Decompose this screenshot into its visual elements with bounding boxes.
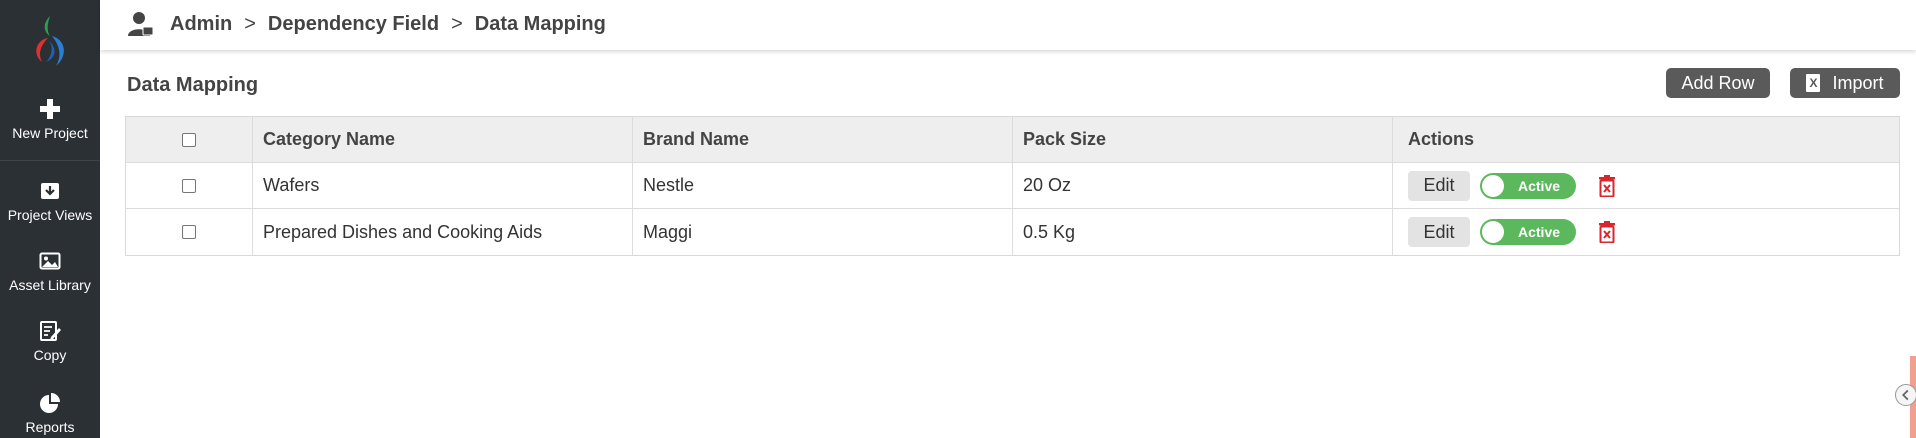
image-icon [39, 252, 61, 270]
select-all-cell [126, 117, 253, 162]
import-button[interactable]: X Import [1790, 68, 1900, 98]
breadcrumb-admin[interactable]: Admin [170, 13, 232, 35]
app-logo[interactable] [26, 10, 74, 74]
delete-icon[interactable] [1598, 174, 1616, 197]
column-header-pack-size[interactable]: Pack Size [1013, 117, 1393, 162]
chevron-left-icon[interactable] [1895, 384, 1916, 406]
delete-icon[interactable] [1598, 221, 1616, 243]
add-row-button[interactable]: Add Row [1666, 68, 1770, 98]
sidebar-item-label: New Project [12, 125, 88, 141]
breadcrumb-separator: > [244, 13, 256, 35]
table-header-row: Category Name Brand Name Pack Size Actio… [126, 117, 1899, 163]
table-row: Prepared Dishes and Cooking Aids Maggi 0… [126, 209, 1899, 255]
sidebar-item-label: Project Views [7, 207, 93, 223]
sidebar-item-reports[interactable]: Reports [0, 392, 100, 435]
select-all-checkbox[interactable] [182, 132, 196, 147]
brand-cell: Nestle [633, 163, 1013, 208]
sidebar-item-asset-library[interactable]: Asset Library [0, 250, 100, 293]
brand-cell: Maggi [633, 209, 1013, 255]
sidebar-item-new-project[interactable]: New Project [0, 98, 100, 141]
edit-button[interactable]: Edit [1408, 217, 1470, 247]
user-admin-icon [128, 12, 154, 36]
sidebar-item-label: Asset Library [9, 277, 91, 293]
toggle-knob [1482, 221, 1504, 243]
row-select-cell [126, 163, 253, 208]
edit-document-icon [40, 321, 61, 341]
actions-cell: Edit Active [1393, 209, 1899, 255]
breadcrumb-dependency-field[interactable]: Dependency Field [268, 13, 439, 35]
pack-size-cell: 20 Oz [1013, 163, 1393, 208]
status-toggle[interactable]: Active [1480, 219, 1576, 245]
sidebar-item-project-views[interactable]: Project Views [0, 180, 100, 223]
status-label: Active [1518, 224, 1561, 240]
row-select-cell [126, 209, 253, 255]
actions-cell: Edit Active [1393, 163, 1899, 208]
sidebar-item-label: Reports [25, 419, 75, 435]
sidebar: New Project Project Views Asset Library … [0, 0, 100, 438]
status-toggle[interactable]: Active [1480, 172, 1576, 199]
data-mapping-table: Category Name Brand Name Pack Size Actio… [125, 116, 1900, 256]
sidebar-item-copy[interactable]: Copy [0, 320, 100, 363]
row-checkbox[interactable] [182, 225, 196, 239]
status-label: Active [1518, 177, 1561, 194]
toggle-knob [1482, 174, 1504, 197]
excel-file-icon: X [1806, 74, 1821, 92]
pie-chart-icon [40, 393, 60, 413]
import-label: Import [1832, 72, 1884, 93]
category-cell: Prepared Dishes and Cooking Aids [253, 209, 633, 255]
category-cell: Wafers [253, 163, 633, 208]
breadcrumb: Admin > Dependency Field > Data Mapping [170, 13, 606, 36]
table-row: Wafers Nestle 20 Oz Edit Active [126, 163, 1899, 209]
breadcrumb-data-mapping: Data Mapping [474, 13, 606, 35]
breadcrumb-separator: > [451, 13, 463, 35]
sidebar-divider [0, 160, 100, 161]
edit-button[interactable]: Edit [1408, 170, 1470, 201]
top-bar: Admin > Dependency Field > Data Mapping [100, 0, 1916, 50]
plus-icon [40, 99, 60, 119]
pack-size-cell: 0.5 Kg [1013, 209, 1393, 255]
inbox-download-icon [41, 183, 59, 199]
column-header-brand[interactable]: Brand Name [633, 117, 1013, 162]
sidebar-item-label: Copy [33, 347, 67, 363]
column-header-category[interactable]: Category Name [253, 117, 633, 162]
page-title: Data Mapping [127, 74, 259, 96]
column-header-actions: Actions [1408, 129, 1475, 149]
row-checkbox[interactable] [182, 178, 196, 193]
